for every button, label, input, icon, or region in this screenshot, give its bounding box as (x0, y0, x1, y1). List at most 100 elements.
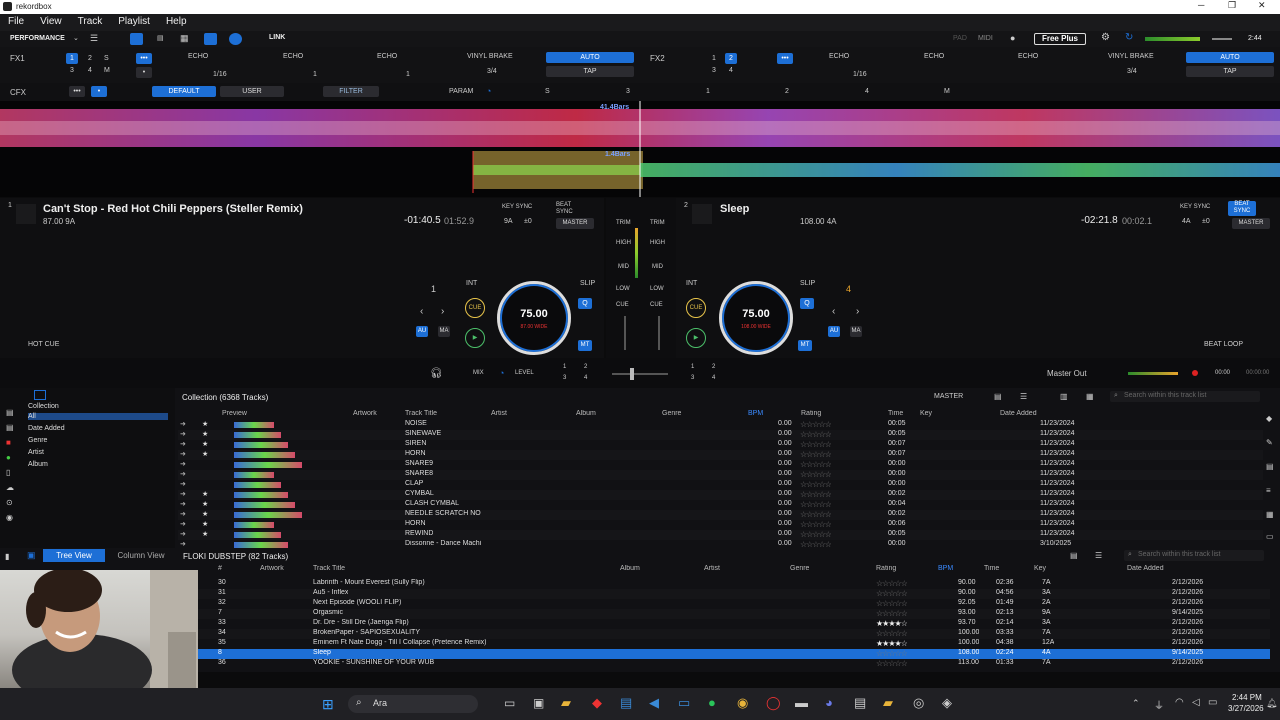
column-header-preview[interactable]: Preview (222, 410, 247, 417)
record-dot-icon[interactable] (1192, 370, 1198, 376)
playlist-icon[interactable]: ▤ (6, 408, 14, 417)
deck2-master[interactable]: MASTER (1232, 218, 1270, 229)
deck2-quantize[interactable]: Q (800, 298, 814, 309)
rating-stars[interactable]: ☆☆☆☆☆ (800, 470, 831, 479)
rating-stars[interactable]: ☆☆☆☆☆ (800, 490, 831, 499)
rating-stars[interactable]: ☆☆☆☆☆ (876, 659, 907, 668)
collection-master-select[interactable]: MASTER (934, 393, 963, 400)
taskbar-search[interactable] (348, 695, 478, 713)
table-row[interactable]: ➜ SNARE9 0.00 ☆☆☆☆☆ 00:00 11/23/2024 (178, 460, 1263, 470)
playlist-detail-icon[interactable]: ☰ (1095, 551, 1102, 560)
fx-view-icon[interactable] (130, 33, 143, 45)
table-row[interactable]: 7 Orgasmic ☆☆☆☆☆ 93.00 02:13 9A 9/14/2025 (196, 609, 1270, 619)
deck1-keysync[interactable]: KEY SYNC (502, 204, 532, 210)
related-icon[interactable]: ✎ (1266, 438, 1273, 447)
record-icon[interactable] (229, 33, 242, 45)
column-header-time[interactable]: Time (984, 565, 999, 572)
table-row[interactable]: ➜ ★ NEEDLE SCRATCH NO 0.00 ☆☆☆☆☆ 00:02 11/23/2… (178, 510, 1263, 520)
link-button[interactable]: LINK (269, 34, 285, 41)
column-header-track-title[interactable]: Track Title (405, 410, 437, 417)
cue-2-label[interactable]: CUE (650, 302, 663, 308)
preview-arrow-icon[interactable]: ➜ (180, 520, 186, 528)
deck1-hotcue-mode[interactable]: HOT CUE (28, 341, 59, 348)
deck1-master[interactable]: MASTER (556, 218, 594, 229)
deck1-au[interactable]: AU (416, 326, 428, 337)
sidebar-item-album[interactable]: Album (28, 461, 48, 468)
preview-arrow-icon[interactable]: ➜ (180, 460, 186, 468)
column-header-rating[interactable]: Rating (801, 410, 821, 417)
column-header-time[interactable]: Time (888, 410, 903, 417)
preview-arrow-icon[interactable]: ➜ (180, 500, 186, 508)
deck2-jog-wheel[interactable]: 75.00 108.00 WIDE (719, 281, 793, 355)
sampler-icon[interactable]: ▤ (157, 34, 164, 42)
xf-assign-4[interactable]: 4 (584, 375, 587, 381)
crossfader-handle[interactable] (630, 368, 634, 380)
rating-stars[interactable]: ☆☆☆☆☆ (800, 460, 831, 469)
preview-arrow-icon[interactable]: ➜ (180, 530, 186, 538)
detail-view-icon[interactable]: ☰ (1020, 392, 1027, 401)
fx2-menu-icon[interactable]: ••• (777, 53, 793, 64)
preview-arrow-icon[interactable]: ➜ (180, 420, 186, 428)
app-icon-2[interactable]: ▤ (854, 695, 866, 711)
fx2-deck4[interactable]: 4 (729, 67, 733, 74)
rating-stars[interactable]: ☆☆☆☆☆ (800, 440, 831, 449)
cue-1-label[interactable]: CUE (616, 302, 629, 308)
table-row[interactable]: ➜ CLAP 0.00 ☆☆☆☆☆ 00:00 11/23/2024 (178, 480, 1263, 490)
xf-assign-b1[interactable]: 1 (691, 364, 694, 370)
battery-icon[interactable]: ▭ (1208, 697, 1217, 708)
cloud-icon[interactable]: ☁ (6, 483, 14, 492)
deck1-prev-icon[interactable]: ‹ (420, 306, 423, 317)
crossfader[interactable] (612, 373, 668, 375)
streaming-icon[interactable]: ● (6, 453, 11, 462)
tree-view-tab[interactable]: Tree View (43, 549, 105, 562)
fx2-vinyl[interactable]: VINYL BRAKE (1108, 53, 1154, 60)
tray-date[interactable]: 3/27/2026 (1228, 704, 1264, 713)
playlist-list-icon[interactable]: ▤ (1070, 551, 1078, 560)
deck1-cue-button[interactable]: CUE (465, 298, 485, 318)
app-icon-4[interactable]: ◎ (913, 695, 924, 711)
table-row[interactable]: ➜ ★ CYMBAL 0.00 ☆☆☆☆☆ 00:02 11/23/2024 (178, 490, 1263, 500)
fx1-dot[interactable]: • (136, 67, 152, 78)
table-row[interactable]: ➜ ★ HORN 0.00 ☆☆☆☆☆ 00:06 11/23/2024 (178, 520, 1263, 530)
deck2-next-icon[interactable]: › (856, 306, 859, 317)
sidebar-item-date-added[interactable]: Date Added (28, 425, 65, 432)
cmd-icon[interactable]: ▬ (795, 695, 808, 710)
app-red-icon[interactable]: ◆ (592, 695, 602, 711)
cfx-menu-icon[interactable]: ••• (69, 86, 85, 97)
sync-icon[interactable]: ↻ (1125, 32, 1133, 43)
sampler-panel-icon[interactable]: ▤ (1266, 462, 1274, 471)
close-icon[interactable]: ✕ (1258, 0, 1266, 11)
rating-stars[interactable]: ☆☆☆☆☆ (876, 599, 907, 608)
table-row[interactable]: 34 BrokenPaper - SAPIOSEXUALITY ☆☆☆☆☆ 100.0… (196, 629, 1270, 639)
fx1-slot3[interactable]: ECHO (377, 53, 397, 60)
channel-2-fader[interactable] (658, 316, 660, 350)
column-header-date-added[interactable]: Date Added (1127, 565, 1164, 572)
collection-search-input[interactable]: Search within this track list (1110, 391, 1260, 402)
table-row[interactable]: 30 Labrinth - Mount Everest (Sully Flip) ☆… (196, 579, 1270, 589)
deck2-prev-icon[interactable]: ‹ (832, 306, 835, 317)
preview-arrow-icon[interactable]: ➜ (180, 450, 186, 458)
deck1-beatsync[interactable]: BEAT SYNC (556, 202, 576, 216)
hide-panel-icon[interactable]: ▭ (1266, 532, 1274, 541)
deck1-ma[interactable]: MA (438, 326, 450, 337)
notification-icon[interactable]: 🔔︎ (1266, 698, 1277, 709)
table-row[interactable]: 36 YOOKIE - SUNSHINE OF YOUR WUB ☆☆☆☆☆ 113.… (196, 659, 1270, 669)
rekordbox-taskbar-icon[interactable]: ◈ (942, 695, 952, 711)
fx1-deck4[interactable]: 4 (88, 67, 92, 74)
table-row[interactable]: 8 Sleep ☆☆☆☆☆ 108.00 02:24 4A 9/14/2025 (196, 649, 1270, 659)
preview-arrow-icon[interactable]: ➜ (180, 470, 186, 478)
fx1-deck2[interactable]: 2 (88, 55, 92, 62)
spotify-icon[interactable]: ● (708, 695, 716, 710)
playlist-sidebar-icon[interactable]: ▮ (5, 552, 9, 561)
rating-stars[interactable]: ☆☆☆☆☆ (800, 530, 831, 539)
fx1-slot1[interactable]: ECHO (188, 53, 208, 60)
deck2-au[interactable]: AU (828, 326, 840, 337)
info-icon[interactable]: ● (1010, 33, 1015, 43)
rating-stars[interactable]: ☆☆☆☆☆ (800, 430, 831, 439)
mode-select[interactable]: PERFORMANCE (10, 35, 65, 42)
layout-icon[interactable]: ☰ (90, 33, 98, 44)
column-view-tab[interactable]: Column View (110, 549, 172, 562)
deck2-ma[interactable]: MA (850, 326, 862, 337)
rating-stars[interactable]: ☆☆☆☆☆ (876, 609, 907, 618)
column-header-key[interactable]: Key (1034, 565, 1046, 572)
